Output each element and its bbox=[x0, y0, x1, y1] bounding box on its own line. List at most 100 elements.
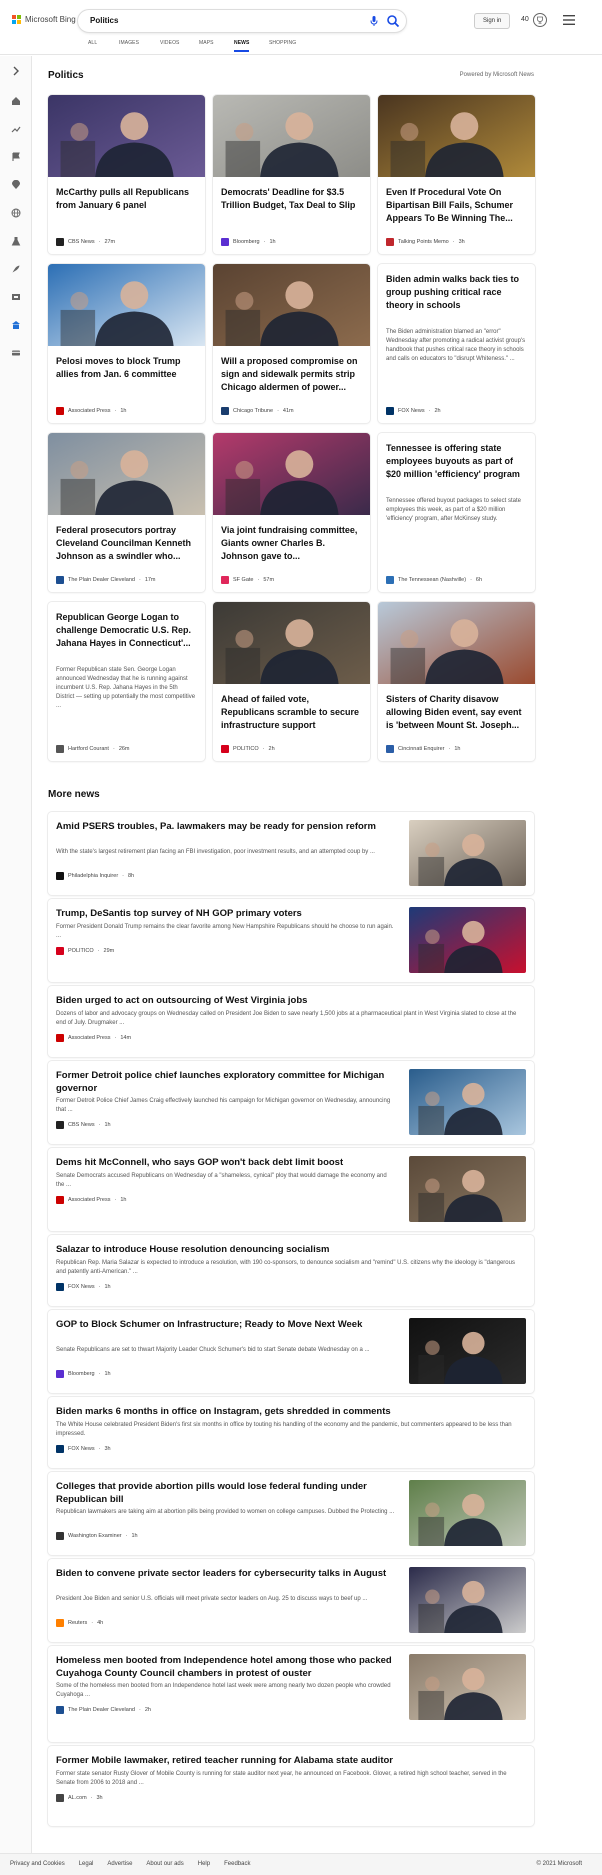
more-news-source[interactable]: POLITICO · 29m bbox=[56, 947, 114, 955]
more-news-item[interactable]: Dems hit McConnell, who says GOP won't b… bbox=[48, 1148, 534, 1231]
rocket-icon[interactable] bbox=[11, 264, 21, 274]
rewards-trophy-icon[interactable] bbox=[532, 12, 548, 28]
news-card-source[interactable]: The Plain Dealer Cleveland · 17m bbox=[56, 576, 156, 584]
more-news-source[interactable]: Bloomberg · 1h bbox=[56, 1370, 111, 1378]
news-card-title[interactable]: Even If Procedural Vote On Bipartisan Bi… bbox=[386, 186, 527, 225]
footer-link-feedback[interactable]: Feedback bbox=[224, 1861, 250, 1867]
more-news-title-link[interactable]: Trump, DeSantis top survey of NH GOP pri… bbox=[56, 907, 396, 920]
footer-link-legal[interactable]: Legal bbox=[79, 1861, 94, 1867]
more-news-source[interactable]: CBS News · 1h bbox=[56, 1121, 111, 1129]
more-news-title-link[interactable]: Amid PSERS troubles, Pa. lawmakers may b… bbox=[56, 820, 396, 833]
tab-all[interactable]: ALL bbox=[88, 40, 97, 50]
more-news-thumbnail[interactable] bbox=[409, 1567, 526, 1633]
more-news-source[interactable]: Associated Press · 1h bbox=[56, 1196, 126, 1204]
more-news-title-link[interactable]: Biden marks 6 months in office on Instag… bbox=[56, 1405, 522, 1418]
search-icon[interactable] bbox=[386, 14, 400, 28]
more-news-source[interactable]: FOX News · 3h bbox=[56, 1445, 111, 1453]
footer-link-advertise[interactable]: Advertise bbox=[107, 1861, 132, 1867]
more-news-source[interactable]: Washington Examiner · 1h bbox=[56, 1532, 138, 1540]
more-news-item[interactable]: GOP to Block Schumer on Infrastructure; … bbox=[48, 1310, 534, 1393]
more-news-source[interactable]: Associated Press · 14m bbox=[56, 1034, 131, 1042]
news-card[interactable]: Even If Procedural Vote On Bipartisan Bi… bbox=[378, 95, 535, 254]
more-news-item[interactable]: Homeless men booted from Independence ho… bbox=[48, 1646, 534, 1742]
globe-icon[interactable] bbox=[11, 208, 21, 218]
more-news-thumbnail[interactable] bbox=[409, 1480, 526, 1546]
microphone-icon[interactable] bbox=[368, 15, 380, 27]
search-input[interactable]: Politics bbox=[90, 16, 118, 25]
more-news-title-link[interactable]: Salazar to introduce House resolution de… bbox=[56, 1243, 522, 1256]
news-card-source[interactable]: CBS News · 27m bbox=[56, 238, 115, 246]
more-news-source[interactable]: AL.com · 3h bbox=[56, 1794, 103, 1802]
news-card-source[interactable]: The Tennessean (Nashville) · 6h bbox=[386, 576, 482, 584]
news-card-source[interactable]: Cincinnati Enquirer · 1h bbox=[386, 745, 460, 753]
news-card-image[interactable] bbox=[48, 95, 205, 177]
news-card-title[interactable]: Democrats' Deadline for $3.5 Trillion Bu… bbox=[221, 186, 362, 212]
more-news-source[interactable]: Reuters · 4h bbox=[56, 1619, 103, 1627]
more-news-thumbnail[interactable] bbox=[409, 1156, 526, 1222]
trending-icon[interactable] bbox=[11, 124, 21, 134]
news-card-image[interactable] bbox=[48, 433, 205, 515]
more-news-item[interactable]: Biden to convene private sector leaders … bbox=[48, 1559, 534, 1642]
news-card-title[interactable]: Via joint fundraising committee, Giants … bbox=[221, 524, 362, 563]
news-card[interactable]: Via joint fundraising committee, Giants … bbox=[213, 433, 370, 592]
news-card[interactable]: Republican George Logan to challenge Dem… bbox=[48, 602, 205, 761]
news-card-image[interactable] bbox=[213, 433, 370, 515]
tab-shopping[interactable]: SHOPPING bbox=[269, 40, 296, 50]
news-card-title[interactable]: Biden admin walks back ties to group pus… bbox=[386, 273, 527, 312]
footer-link-help[interactable]: Help bbox=[198, 1861, 210, 1867]
news-card[interactable]: Pelosi moves to block Trump allies from … bbox=[48, 264, 205, 423]
lab-flask-icon[interactable] bbox=[11, 236, 21, 246]
more-news-source[interactable]: FOX News · 1h bbox=[56, 1283, 111, 1291]
news-card[interactable]: Federal prosecutors portray Cleveland Co… bbox=[48, 433, 205, 592]
news-card-source[interactable]: FOX News · 2h bbox=[386, 407, 441, 415]
news-card-image[interactable] bbox=[378, 602, 535, 684]
news-card-title[interactable]: Republican George Logan to challenge Dem… bbox=[56, 611, 197, 650]
more-news-item[interactable]: Salazar to introduce House resolution de… bbox=[48, 1235, 534, 1306]
more-news-source[interactable]: Philadelphia Inquirer · 8h bbox=[56, 872, 134, 880]
sign-in-button[interactable]: Sign in bbox=[474, 13, 511, 29]
more-news-item[interactable]: Amid PSERS troubles, Pa. lawmakers may b… bbox=[48, 812, 534, 895]
powered-by-label[interactable]: Powered by Microsoft News bbox=[460, 72, 534, 78]
more-news-item[interactable]: Biden marks 6 months in office on Instag… bbox=[48, 1397, 534, 1468]
chevron-right-icon[interactable] bbox=[11, 66, 21, 76]
location-pin-icon[interactable] bbox=[11, 180, 21, 190]
more-news-title-link[interactable]: Former Detroit police chief launches exp… bbox=[56, 1069, 396, 1095]
news-card-title[interactable]: Will a proposed compromise on sign and s… bbox=[221, 355, 362, 394]
news-card-title[interactable]: Tennessee is offering state employees bu… bbox=[386, 442, 527, 481]
more-news-title-link[interactable]: Biden to convene private sector leaders … bbox=[56, 1567, 396, 1580]
card-icon[interactable] bbox=[11, 348, 21, 358]
footer-link-privacy[interactable]: Privacy and Cookies bbox=[10, 1861, 65, 1867]
bing-logo[interactable]: Microsoft Bing bbox=[12, 15, 76, 24]
news-card-image[interactable] bbox=[48, 264, 205, 346]
news-card-image[interactable] bbox=[213, 264, 370, 346]
news-card[interactable]: McCarthy pulls all Republicans from Janu… bbox=[48, 95, 205, 254]
news-card-title[interactable]: McCarthy pulls all Republicans from Janu… bbox=[56, 186, 197, 212]
news-card-title[interactable]: Ahead of failed vote, Republicans scramb… bbox=[221, 693, 362, 732]
more-news-source[interactable]: The Plain Dealer Cleveland · 2h bbox=[56, 1706, 151, 1714]
search-box[interactable]: Politics bbox=[78, 10, 406, 32]
tab-news[interactable]: NEWS bbox=[234, 40, 250, 52]
tab-videos[interactable]: VIDEOS bbox=[160, 40, 180, 50]
rewards-points[interactable]: 40 bbox=[521, 16, 529, 23]
hamburger-menu-icon[interactable] bbox=[563, 15, 575, 25]
more-news-title-link[interactable]: Former Mobile lawmaker, retired teacher … bbox=[56, 1754, 522, 1767]
news-card-title[interactable]: Sisters of Charity disavow allowing Bide… bbox=[386, 693, 527, 732]
news-card-image[interactable] bbox=[378, 95, 535, 177]
news-card-source[interactable]: Talking Points Memo · 3h bbox=[386, 238, 465, 246]
footer-link-about-ads[interactable]: About our ads bbox=[146, 1861, 183, 1867]
news-card[interactable]: Biden admin walks back ties to group pus… bbox=[378, 264, 535, 423]
more-news-item[interactable]: Colleges that provide abortion pills wou… bbox=[48, 1472, 534, 1555]
more-news-title-link[interactable]: Homeless men booted from Independence ho… bbox=[56, 1654, 396, 1680]
news-card-source[interactable]: SF Gate · 57m bbox=[221, 576, 274, 584]
news-card-image[interactable] bbox=[213, 95, 370, 177]
more-news-thumbnail[interactable] bbox=[409, 1654, 526, 1720]
more-news-thumbnail[interactable] bbox=[409, 907, 526, 973]
news-card[interactable]: Ahead of failed vote, Republicans scramb… bbox=[213, 602, 370, 761]
news-card-source[interactable]: Associated Press · 1h bbox=[56, 407, 126, 415]
film-icon[interactable] bbox=[11, 292, 21, 302]
more-news-item[interactable]: Former Mobile lawmaker, retired teacher … bbox=[48, 1746, 534, 1826]
news-card-source[interactable]: Hartford Courant · 26m bbox=[56, 745, 130, 753]
building-icon[interactable] bbox=[11, 320, 21, 330]
news-card[interactable]: Will a proposed compromise on sign and s… bbox=[213, 264, 370, 423]
tab-maps[interactable]: MAPS bbox=[199, 40, 214, 50]
